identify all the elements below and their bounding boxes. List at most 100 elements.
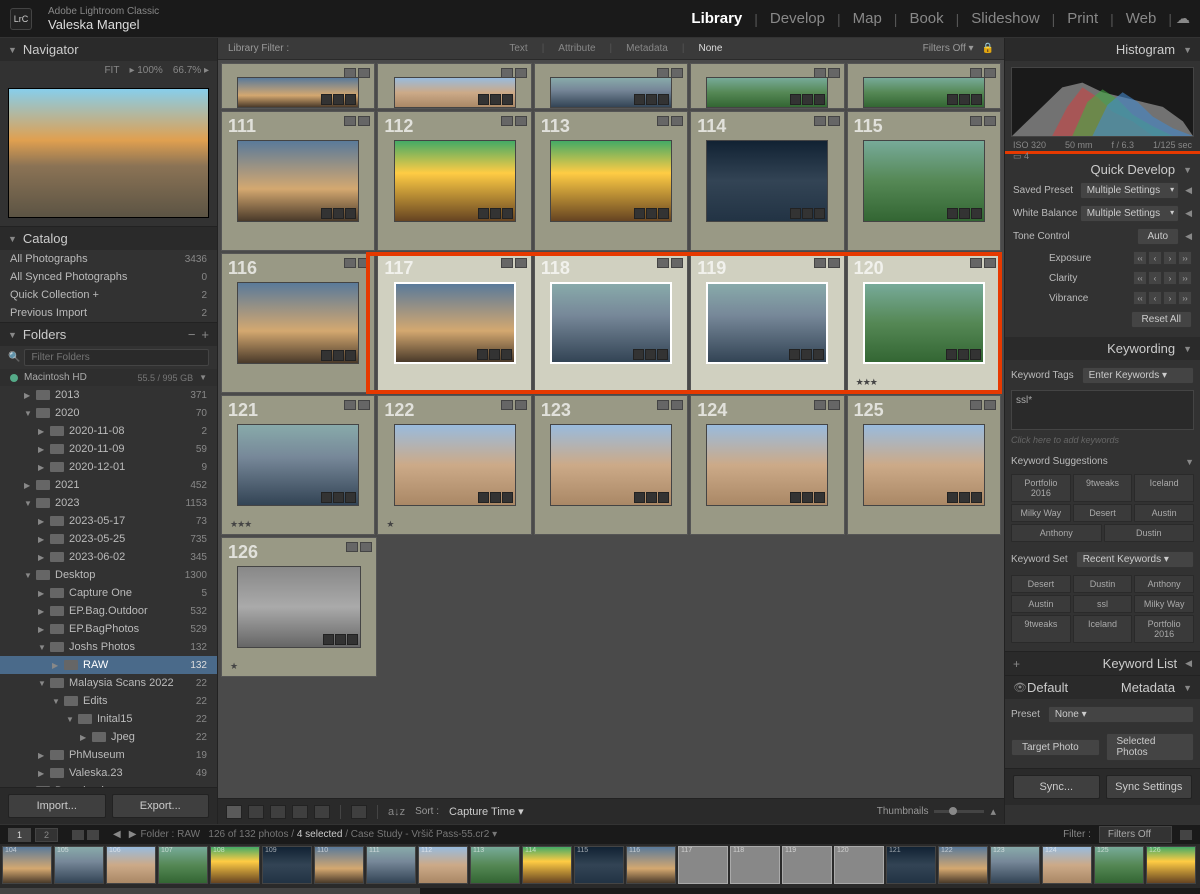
expand-icon[interactable]: ▶ bbox=[38, 769, 48, 778]
cell-flag-icon[interactable] bbox=[828, 116, 840, 126]
filmstrip-thumb[interactable]: 124 bbox=[1042, 846, 1092, 884]
folder-item[interactable]: ▼Edits22 bbox=[0, 692, 217, 710]
qd-clarity-inc[interactable]: › bbox=[1163, 271, 1177, 285]
badge-icon[interactable] bbox=[959, 492, 970, 503]
badge-icon[interactable] bbox=[490, 94, 501, 105]
badge-icon[interactable] bbox=[490, 208, 501, 219]
grid-cell[interactable]: 116 bbox=[221, 253, 375, 393]
qd-vibrance-inc[interactable]: › bbox=[1163, 291, 1177, 305]
grid-cell[interactable]: 112 bbox=[377, 111, 531, 251]
thumbnail[interactable] bbox=[706, 77, 828, 108]
badge-icon[interactable] bbox=[813, 349, 824, 360]
cell-flag-icon[interactable] bbox=[358, 258, 370, 268]
module-print[interactable]: Print bbox=[1059, 6, 1106, 31]
grid-cell[interactable] bbox=[534, 63, 688, 109]
expand-icon[interactable]: ▶ bbox=[24, 481, 34, 490]
filter-tab-none[interactable]: None bbox=[698, 43, 722, 54]
badge-icon[interactable] bbox=[333, 94, 344, 105]
histogram-header[interactable]: Histogram ▼ bbox=[1005, 38, 1200, 61]
expand-icon[interactable]: ▼ bbox=[24, 571, 34, 580]
grid-view-icon[interactable] bbox=[226, 805, 242, 819]
kw-suggestion-tag[interactable]: Iceland bbox=[1134, 474, 1194, 502]
sync-settings-button[interactable]: Sync Settings bbox=[1106, 775, 1193, 799]
sb-folder[interactable]: Folder : RAW 126 of 132 photos / 4 selec… bbox=[140, 829, 497, 840]
folder-item[interactable]: ▶2020-12-019 bbox=[0, 458, 217, 476]
grid-cell[interactable] bbox=[221, 63, 375, 109]
module-book[interactable]: Book bbox=[901, 6, 951, 31]
badge-icon[interactable] bbox=[814, 492, 825, 503]
badge-icon[interactable] bbox=[345, 350, 356, 361]
nav-fit[interactable]: FIT bbox=[104, 65, 119, 76]
cell-flag-icon[interactable] bbox=[515, 400, 527, 410]
thumbnail[interactable] bbox=[863, 140, 985, 223]
thumbnail[interactable] bbox=[706, 424, 828, 507]
filmstrip-thumb[interactable]: 121 bbox=[886, 846, 936, 884]
badge-icon[interactable] bbox=[959, 208, 970, 219]
kw-set-tag[interactable]: Austin bbox=[1011, 595, 1071, 613]
kw-suggestion-tag[interactable]: Desert bbox=[1073, 504, 1133, 522]
badge-icon[interactable] bbox=[958, 349, 969, 360]
catalog-item[interactable]: Quick Collection +2 bbox=[0, 286, 217, 304]
people-view-icon[interactable] bbox=[314, 805, 330, 819]
filmstrip-thumb[interactable]: 117 bbox=[678, 846, 728, 884]
catalog-item[interactable]: All Photographs3436 bbox=[0, 250, 217, 268]
badge-icon[interactable] bbox=[634, 208, 645, 219]
thumbnail-size-slider[interactable] bbox=[934, 810, 984, 813]
grid-cell[interactable]: 119 bbox=[690, 253, 844, 393]
cell-stack-icon[interactable] bbox=[501, 400, 513, 410]
kw-set-tag[interactable]: Desert bbox=[1011, 575, 1071, 593]
sort-direction-icon[interactable]: a↓z bbox=[388, 806, 405, 818]
folder-item[interactable]: ▶RAW132 bbox=[0, 656, 217, 674]
thumbnail[interactable] bbox=[550, 140, 672, 223]
expand-icon[interactable]: ▶ bbox=[80, 733, 90, 742]
cell-flag-icon[interactable] bbox=[515, 68, 527, 78]
expand-icon[interactable]: ▶ bbox=[52, 661, 62, 670]
cell-stack-icon[interactable] bbox=[657, 400, 669, 410]
badge-icon[interactable] bbox=[345, 208, 356, 219]
badge-icon[interactable] bbox=[814, 94, 825, 105]
cell-stack-icon[interactable] bbox=[346, 542, 358, 552]
cell-flag-icon[interactable] bbox=[515, 258, 527, 268]
kw-suggestion-tag[interactable]: Austin bbox=[1134, 504, 1194, 522]
thumbnail[interactable] bbox=[394, 77, 516, 108]
cell-flag-icon[interactable] bbox=[828, 258, 840, 268]
expand-icon[interactable]: ▼ bbox=[66, 715, 76, 724]
filter-tab-text[interactable]: Text bbox=[509, 43, 527, 54]
filmstrip-thumb[interactable]: 104 bbox=[2, 846, 52, 884]
folder-item[interactable]: ▶Jpeg22 bbox=[0, 728, 217, 746]
qd-preset-select[interactable]: Multiple Settings bbox=[1080, 182, 1179, 199]
cell-flag-icon[interactable] bbox=[828, 68, 840, 78]
thumbnail[interactable] bbox=[706, 282, 828, 365]
expand-icon[interactable]: ▼ bbox=[38, 643, 48, 652]
badge-icon[interactable] bbox=[502, 208, 513, 219]
filmstrip-thumb[interactable]: 116 bbox=[626, 846, 676, 884]
expand-icon[interactable]: ▶ bbox=[38, 625, 48, 634]
badge-icon[interactable] bbox=[790, 492, 801, 503]
cell-flag-icon[interactable] bbox=[358, 68, 370, 78]
cell-stack-icon[interactable] bbox=[970, 116, 982, 126]
toolbar-menu-icon[interactable]: ▴ bbox=[990, 805, 996, 818]
badge-icon[interactable] bbox=[658, 208, 669, 219]
keyword-list-header[interactable]: + Keyword List ◀ bbox=[1005, 652, 1200, 675]
kw-add-hint[interactable]: Click here to add keywords bbox=[1011, 433, 1194, 447]
folder-item[interactable]: ▼Desktop1300 bbox=[0, 566, 217, 584]
filmstrip-thumb[interactable]: 111 bbox=[366, 846, 416, 884]
cloud-sync-icon[interactable]: ☁ bbox=[1176, 10, 1190, 27]
loupe-view-icon[interactable] bbox=[248, 805, 264, 819]
cell-flag-icon[interactable] bbox=[984, 400, 996, 410]
catalog-item[interactable]: All Synced Photographs0 bbox=[0, 268, 217, 286]
folder-item[interactable]: ▶2020-11-082 bbox=[0, 422, 217, 440]
thumbnail[interactable] bbox=[863, 282, 985, 365]
badge-icon[interactable] bbox=[335, 634, 346, 645]
cell-stack-icon[interactable] bbox=[501, 258, 513, 268]
filter-tab-attribute[interactable]: Attribute bbox=[558, 43, 595, 54]
badge-icon[interactable] bbox=[333, 492, 344, 503]
badge-icon[interactable] bbox=[333, 350, 344, 361]
badge-icon[interactable] bbox=[947, 94, 958, 105]
filmstrip-thumb[interactable]: 113 bbox=[470, 846, 520, 884]
kw-set-tag[interactable]: Dustin bbox=[1073, 575, 1133, 593]
painter-icon[interactable] bbox=[351, 805, 367, 819]
cell-flag-icon[interactable] bbox=[984, 258, 996, 268]
chevron-down-icon[interactable]: ▼ bbox=[1185, 457, 1194, 467]
badge-icon[interactable] bbox=[345, 94, 356, 105]
